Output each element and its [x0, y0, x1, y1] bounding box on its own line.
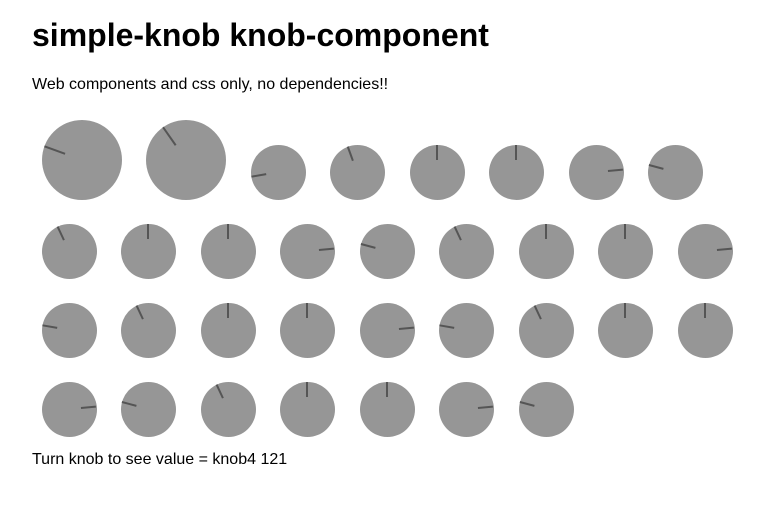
knob-pointer: [533, 305, 542, 320]
status-knob-name: knob4: [212, 451, 256, 468]
knob-pointer: [648, 164, 664, 170]
knob-control[interactable]: [120, 302, 176, 358]
knob-pointer: [121, 401, 137, 407]
knob-control[interactable]: [42, 120, 122, 200]
knob-control[interactable]: [438, 381, 494, 437]
knob-control[interactable]: [677, 302, 733, 358]
knob-pointer: [318, 247, 334, 251]
knob-pointer: [56, 226, 65, 241]
knob-control[interactable]: [518, 223, 574, 279]
knob-pointer: [80, 405, 96, 409]
knob-pointer: [306, 303, 308, 318]
knob-pointer: [439, 324, 455, 329]
page-subtitle: Web components and css only, no dependen…: [32, 76, 389, 93]
knob-pointer: [398, 326, 414, 330]
knob-control[interactable]: [41, 381, 97, 437]
knob-pointer: [44, 145, 66, 155]
knob-control[interactable]: [677, 223, 733, 279]
knob-control[interactable]: [518, 302, 574, 358]
knob-control[interactable]: [488, 144, 544, 200]
knob-control[interactable]: [568, 144, 624, 200]
knob-pointer: [306, 382, 308, 397]
knob-pointer: [545, 224, 547, 239]
knob-pointer: [135, 305, 144, 320]
knob-control[interactable]: [518, 381, 574, 437]
knob-pointer: [42, 324, 58, 329]
knob-control[interactable]: [438, 302, 494, 358]
knob-pointer: [227, 224, 229, 239]
knob-pointer: [716, 247, 732, 251]
knob-control[interactable]: [120, 223, 176, 279]
knob-control[interactable]: [359, 223, 415, 279]
knob-control[interactable]: [597, 302, 653, 358]
knob-pointer: [515, 145, 517, 160]
knob-pointer: [386, 382, 388, 397]
knob-pointer: [453, 226, 462, 241]
knob-pointer: [346, 146, 354, 162]
knob-pointer: [624, 303, 626, 318]
knob-pointer: [251, 173, 267, 178]
knob-control[interactable]: [250, 144, 306, 200]
knob-control[interactable]: [200, 302, 256, 358]
knob-control[interactable]: [120, 381, 176, 437]
knob-pointer: [147, 224, 149, 239]
knob-pointer: [477, 405, 493, 409]
knob-control[interactable]: [647, 144, 703, 200]
knob-pointer: [227, 303, 229, 318]
knob-pointer: [704, 303, 706, 318]
knob-control[interactable]: [438, 223, 494, 279]
status-line: Turn knob to see value = knob4 121: [32, 450, 287, 470]
knob-control[interactable]: [409, 144, 465, 200]
knob-pointer: [519, 401, 535, 407]
knob-control[interactable]: [279, 381, 335, 437]
knob-pointer: [607, 168, 623, 172]
knob-pointer: [624, 224, 626, 239]
knob-pointer: [436, 145, 438, 160]
knob-pointer: [162, 126, 177, 146]
knob-control[interactable]: [41, 223, 97, 279]
knob-control[interactable]: [329, 144, 385, 200]
knob-pointer: [360, 243, 376, 249]
knob-control[interactable]: [279, 223, 335, 279]
status-prefix: Turn knob to see value =: [32, 451, 213, 468]
knob-control[interactable]: [359, 381, 415, 437]
knob-control[interactable]: [200, 223, 256, 279]
status-value: 121: [260, 451, 288, 468]
knob-pointer: [215, 384, 224, 399]
knob-control[interactable]: [200, 381, 256, 437]
knob-control[interactable]: [41, 302, 97, 358]
knob-control[interactable]: [146, 120, 226, 200]
knob-control[interactable]: [359, 302, 415, 358]
page-title: simple-knob knob-component: [32, 17, 489, 53]
page: simple-knob knob-component Web component…: [0, 0, 774, 524]
knob-control[interactable]: [279, 302, 335, 358]
knob-control[interactable]: [597, 223, 653, 279]
